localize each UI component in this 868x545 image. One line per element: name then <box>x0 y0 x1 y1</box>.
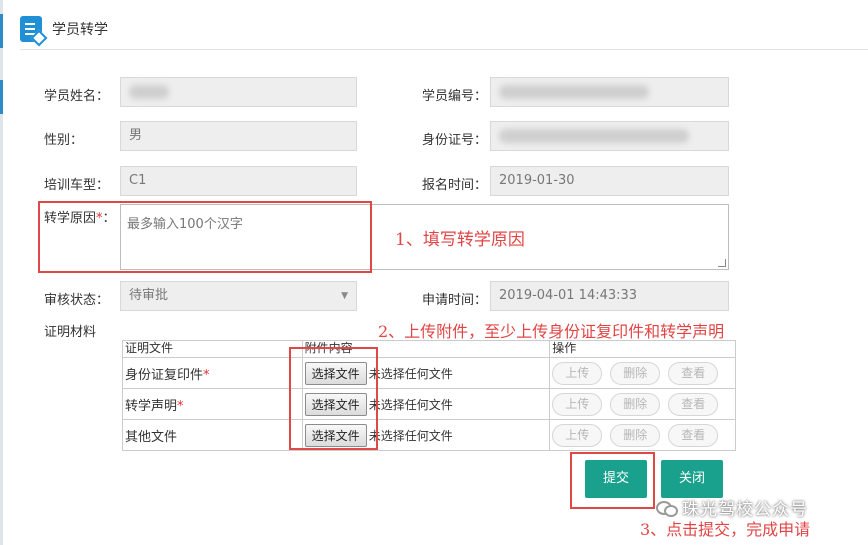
left-edge-marker <box>0 14 3 48</box>
delete-button[interactable]: 删除 <box>610 423 661 447</box>
upload-button[interactable]: 上传 <box>552 392 603 416</box>
upload-button[interactable]: 上传 <box>552 361 603 385</box>
student-name-label: 学员姓名： <box>44 89 110 104</box>
close-button[interactable]: 关闭 <box>661 460 723 498</box>
upload-button[interactable]: 上传 <box>552 423 603 447</box>
page-title: 学员转学 <box>52 22 108 38</box>
vehicle-type-field: C1 <box>120 166 357 196</box>
actions-cell: 上传 删除 查看 <box>549 357 736 389</box>
view-button[interactable]: 查看 <box>668 361 719 385</box>
form-document-icon <box>20 16 42 42</box>
signup-time-label: 报名时间： <box>422 178 488 193</box>
materials-label: 证明材料 <box>44 325 97 340</box>
delete-button[interactable]: 删除 <box>610 361 661 385</box>
header-divider <box>20 49 868 50</box>
view-button[interactable]: 查看 <box>668 423 719 447</box>
student-id-field <box>490 77 729 107</box>
student-name-field <box>120 77 357 107</box>
table-row: 其他文件 选择文件 未选择任何文件 上传 删除 查看 <box>122 419 736 451</box>
signup-time-field: 2019-01-30 <box>490 166 729 196</box>
no-file-text: 未选择任何文件 <box>368 397 453 412</box>
vehicle-type-label: 培训车型： <box>44 178 110 193</box>
actions-cell: 上传 删除 查看 <box>549 419 736 451</box>
annotation-step2: 2、上传附件，至少上传身份证复印件和转学声明 <box>378 322 725 341</box>
student-id-label: 学员编号： <box>422 89 488 104</box>
apply-time-label: 申请时间： <box>422 293 488 308</box>
id-card-label: 身份证号： <box>422 133 488 148</box>
column-header-file: 证明文件 <box>122 340 303 358</box>
annotation-box-reason <box>38 201 372 273</box>
file-name-cell: 转学声明* <box>122 388 303 420</box>
watermark-text: 珠光驾校公众号 <box>682 500 808 520</box>
annotation-box-files <box>289 347 378 450</box>
id-card-field <box>490 121 729 151</box>
column-header-actions: 操作 <box>549 340 736 358</box>
materials-table: 证明文件 附件内容 操作 身份证复印件* 选择文件 未选择任何文件 上传 删除 查看 … <box>122 340 736 451</box>
annotation-step1: 1、填写转学原因 <box>395 230 525 250</box>
gender-field: 男 <box>120 121 357 151</box>
delete-button[interactable]: 删除 <box>610 392 661 416</box>
view-button[interactable]: 查看 <box>668 392 719 416</box>
table-row: 身份证复印件* 选择文件 未选择任何文件 上传 删除 查看 <box>122 357 736 389</box>
file-name-cell: 其他文件 <box>122 419 303 451</box>
wechat-icon <box>656 500 678 517</box>
actions-cell: 上传 删除 查看 <box>549 388 736 420</box>
review-status-label: 审核状态： <box>44 293 110 308</box>
no-file-text: 未选择任何文件 <box>368 428 453 443</box>
no-file-text: 未选择任何文件 <box>368 366 453 381</box>
annotation-box-submit <box>570 452 655 509</box>
resize-handle-icon[interactable] <box>718 259 726 267</box>
dropdown-arrow-icon: ▼ <box>341 291 348 301</box>
table-row: 转学声明* 选择文件 未选择任何文件 上传 删除 查看 <box>122 388 736 420</box>
page-header: 学员转学 <box>20 10 868 48</box>
gender-label: 性别： <box>44 133 84 148</box>
review-status-select: 待审批 ▼ <box>120 281 357 311</box>
left-edge-marker <box>0 80 3 114</box>
watermark: 珠光驾校公众号 <box>656 495 808 520</box>
apply-time-field: 2019-04-01 14:43:33 <box>490 281 729 311</box>
file-name-cell: 身份证复印件* <box>122 357 303 389</box>
